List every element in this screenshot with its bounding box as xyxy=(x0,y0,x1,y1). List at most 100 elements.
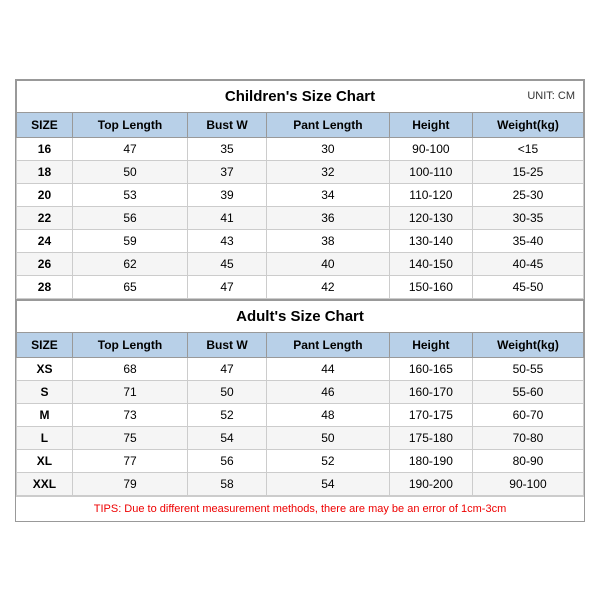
adult-table-row: M735248170-17560-70 xyxy=(17,403,584,426)
adult-header-cell: Bust W xyxy=(188,332,267,357)
table-cell: S xyxy=(17,380,73,403)
table-cell: XS xyxy=(17,357,73,380)
table-cell: 56 xyxy=(188,449,267,472)
table-cell: 32 xyxy=(266,160,389,183)
table-cell: 24 xyxy=(17,229,73,252)
table-cell: 73 xyxy=(72,403,187,426)
children-header-cell: Weight(kg) xyxy=(472,112,583,137)
table-cell: 38 xyxy=(266,229,389,252)
table-cell: 62 xyxy=(72,252,187,275)
table-cell: XXL xyxy=(17,472,73,495)
table-cell: 47 xyxy=(188,357,267,380)
table-cell: 110-120 xyxy=(389,183,472,206)
table-cell: 170-175 xyxy=(389,403,472,426)
adult-header-cell: Height xyxy=(389,332,472,357)
table-cell: 28 xyxy=(17,275,73,298)
table-cell: 18 xyxy=(17,160,73,183)
table-cell: 120-130 xyxy=(389,206,472,229)
table-cell: 40-45 xyxy=(472,252,583,275)
adult-header-row: SIZETop LengthBust WPant LengthHeightWei… xyxy=(17,332,584,357)
table-cell: 140-150 xyxy=(389,252,472,275)
table-cell: 160-165 xyxy=(389,357,472,380)
children-header-cell: Top Length xyxy=(72,112,187,137)
table-cell: L xyxy=(17,426,73,449)
table-cell: 35 xyxy=(188,137,267,160)
table-cell: 180-190 xyxy=(389,449,472,472)
children-table: SIZETop LengthBust WPant LengthHeightWei… xyxy=(16,112,584,299)
table-cell: 37 xyxy=(188,160,267,183)
children-title: Children's Size Chart UNIT: CM xyxy=(17,81,583,112)
adult-header-cell: SIZE xyxy=(17,332,73,357)
table-cell: 68 xyxy=(72,357,187,380)
children-table-row: 22564136120-13030-35 xyxy=(17,206,584,229)
table-cell: 22 xyxy=(17,206,73,229)
table-cell: 35-40 xyxy=(472,229,583,252)
table-cell: 70-80 xyxy=(472,426,583,449)
tips-text: TIPS: Due to different measurement metho… xyxy=(16,496,584,521)
table-cell: 30 xyxy=(266,137,389,160)
adult-table-row: S715046160-17055-60 xyxy=(17,380,584,403)
table-cell: 44 xyxy=(266,357,389,380)
table-cell: <15 xyxy=(472,137,583,160)
size-chart-container: Children's Size Chart UNIT: CM SIZETop L… xyxy=(15,79,585,522)
table-cell: 56 xyxy=(72,206,187,229)
children-header-cell: Bust W xyxy=(188,112,267,137)
table-cell: 130-140 xyxy=(389,229,472,252)
children-table-row: 18503732100-11015-25 xyxy=(17,160,584,183)
table-cell: 43 xyxy=(188,229,267,252)
table-cell: 47 xyxy=(188,275,267,298)
table-cell: 40 xyxy=(266,252,389,275)
children-header-cell: Pant Length xyxy=(266,112,389,137)
table-cell: 41 xyxy=(188,206,267,229)
table-cell: 50 xyxy=(188,380,267,403)
children-header-row: SIZETop LengthBust WPant LengthHeightWei… xyxy=(17,112,584,137)
table-cell: XL xyxy=(17,449,73,472)
table-cell: 45 xyxy=(188,252,267,275)
table-cell: 175-180 xyxy=(389,426,472,449)
table-cell: 54 xyxy=(188,426,267,449)
table-cell: 65 xyxy=(72,275,187,298)
table-cell: 47 xyxy=(72,137,187,160)
table-cell: 34 xyxy=(266,183,389,206)
children-table-row: 1647353090-100<15 xyxy=(17,137,584,160)
table-cell: 53 xyxy=(72,183,187,206)
adult-table-row: XXL795854190-20090-100 xyxy=(17,472,584,495)
adult-table-row: L755450175-18070-80 xyxy=(17,426,584,449)
adult-table: SIZETop LengthBust WPant LengthHeightWei… xyxy=(16,332,584,496)
children-title-row: Children's Size Chart UNIT: CM xyxy=(16,80,584,112)
children-table-row: 20533934110-12025-30 xyxy=(17,183,584,206)
table-cell: 59 xyxy=(72,229,187,252)
adult-header-cell: Top Length xyxy=(72,332,187,357)
children-title-text: Children's Size Chart xyxy=(225,88,375,105)
adult-header-cell: Pant Length xyxy=(266,332,389,357)
table-cell: 39 xyxy=(188,183,267,206)
table-cell: 16 xyxy=(17,137,73,160)
table-cell: 15-25 xyxy=(472,160,583,183)
table-cell: 48 xyxy=(266,403,389,426)
adult-title: Adult's Size Chart xyxy=(17,301,583,332)
table-cell: 26 xyxy=(17,252,73,275)
table-cell: 36 xyxy=(266,206,389,229)
children-header-cell: SIZE xyxy=(17,112,73,137)
table-cell: 20 xyxy=(17,183,73,206)
table-cell: M xyxy=(17,403,73,426)
table-cell: 45-50 xyxy=(472,275,583,298)
table-cell: 50-55 xyxy=(472,357,583,380)
table-cell: 77 xyxy=(72,449,187,472)
children-unit-label: UNIT: CM xyxy=(527,90,575,102)
table-cell: 25-30 xyxy=(472,183,583,206)
children-table-row: 26624540140-15040-45 xyxy=(17,252,584,275)
adult-header-cell: Weight(kg) xyxy=(472,332,583,357)
adult-table-row: XL775652180-19080-90 xyxy=(17,449,584,472)
table-cell: 190-200 xyxy=(389,472,472,495)
children-header-cell: Height xyxy=(389,112,472,137)
adult-title-row: Adult's Size Chart xyxy=(16,299,584,332)
table-cell: 90-100 xyxy=(389,137,472,160)
table-cell: 160-170 xyxy=(389,380,472,403)
table-cell: 46 xyxy=(266,380,389,403)
table-cell: 52 xyxy=(266,449,389,472)
table-cell: 60-70 xyxy=(472,403,583,426)
table-cell: 100-110 xyxy=(389,160,472,183)
adult-title-text: Adult's Size Chart xyxy=(236,308,364,325)
table-cell: 42 xyxy=(266,275,389,298)
